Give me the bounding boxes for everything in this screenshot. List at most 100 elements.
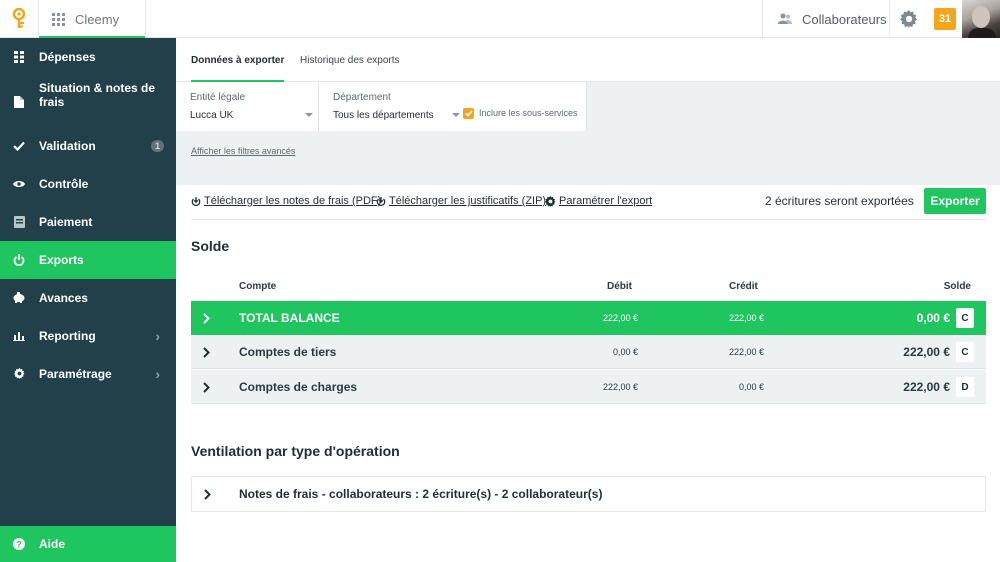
column-header-debit: Débit xyxy=(607,280,632,292)
download-pdf-label: Télécharger les notes de frais (PDF) xyxy=(204,195,382,207)
entity-label: Entité légale xyxy=(190,92,246,103)
include-subservices-label[interactable]: Inclure les sous-services xyxy=(479,108,578,118)
chevron-right-icon: › xyxy=(155,365,160,382)
export-entries-count: 2 écritures seront exportées xyxy=(765,194,914,208)
download-pdf-link[interactable]: Télécharger les notes de frais (PDF) xyxy=(191,188,381,214)
column-header-balance: Solde xyxy=(943,280,971,292)
piggy-bank-icon xyxy=(13,292,25,304)
sidebar-item-exports[interactable]: Exports xyxy=(0,241,176,279)
sidebar-item-label: Contrôle xyxy=(39,176,89,191)
help-button[interactable]: ? Aide xyxy=(0,526,176,562)
entity-value: Lucca UK xyxy=(190,110,234,121)
chevron-down-icon xyxy=(305,113,313,117)
balance-value: 0,00 € xyxy=(916,311,950,325)
grid-icon xyxy=(52,12,65,26)
export-actions-bar: Télécharger les notes de frais (PDF) Tél… xyxy=(191,188,986,220)
sidebar-item-label: Paiement xyxy=(39,214,93,229)
tab-donnees-a-exporter[interactable]: Données à exporter xyxy=(191,38,285,83)
table-row-comptes-de-tiers[interactable]: Comptes de tiers 0,00 € 222,00 € 222,00 … xyxy=(191,335,986,369)
sidebar-item-situation[interactable]: Situation & notes de frais xyxy=(0,81,176,120)
grid-icon xyxy=(13,50,25,63)
balance-direction-badge: D xyxy=(956,377,974,397)
lucca-logo-icon[interactable] xyxy=(0,0,38,38)
sidebar-item-label: Paramétrage xyxy=(39,366,112,381)
sidebar-item-label: Situation & notes de frais xyxy=(39,81,156,109)
include-subservices-checkbox[interactable] xyxy=(463,108,474,119)
chevron-right-icon: › xyxy=(155,327,160,344)
eye-icon xyxy=(13,178,25,190)
calendar-badge[interactable]: 31 xyxy=(934,8,956,30)
avatar[interactable] xyxy=(962,0,1000,38)
chevron-right-icon[interactable] xyxy=(203,370,210,404)
table-row-total-balance[interactable]: TOTAL BALANCE 222,00 € 222,00 € 0,00 € C xyxy=(191,301,986,335)
sidebar-item-paiement[interactable]: Paiement xyxy=(0,203,176,240)
download-icon xyxy=(191,196,201,206)
configure-export-link[interactable]: Paramétrer l'export xyxy=(545,188,652,214)
department-label: Département xyxy=(333,92,391,103)
entity-select[interactable]: Entité légale Lucca UK xyxy=(176,82,319,131)
credit-value: 222,00 € xyxy=(728,313,764,323)
sidebar-item-label: Exports xyxy=(39,253,84,267)
main-content: Données à exporter Historique des export… xyxy=(176,38,1000,562)
debit-value: 222,00 € xyxy=(602,313,638,323)
help-label: Aide xyxy=(39,537,66,551)
gear-icon xyxy=(13,368,25,380)
validation-count-badge: 1 xyxy=(151,139,164,152)
top-bar: Cleemy Collaborateurs 31 xyxy=(0,0,1000,39)
collaborators-button[interactable]: Collaborateurs xyxy=(762,0,890,38)
department-value: Tous les départements xyxy=(333,110,434,121)
sidebar-item-depenses[interactable]: Dépenses xyxy=(0,38,176,75)
balance-direction-badge: C xyxy=(956,308,974,328)
gear-icon[interactable] xyxy=(890,0,928,38)
svg-text:?: ? xyxy=(16,539,22,549)
sidebar-item-label: Validation xyxy=(39,138,96,153)
configure-export-label: Paramétrer l'export xyxy=(559,195,653,207)
sidebar-item-label: Avances xyxy=(39,290,88,305)
app-name: Cleemy xyxy=(75,11,120,27)
sidebar-item-reporting[interactable]: Reporting › xyxy=(0,317,176,354)
balance-value: 222,00 € xyxy=(903,345,950,359)
sidebar-item-parametrage[interactable]: Paramétrage › xyxy=(0,355,176,392)
payment-icon xyxy=(13,215,25,228)
check-icon xyxy=(13,140,25,152)
export-button[interactable]: Exporter xyxy=(924,188,986,214)
bar-chart-icon xyxy=(13,330,25,342)
people-icon xyxy=(778,12,792,27)
sidebar-item-label: Reporting xyxy=(39,328,96,343)
download-zip-link[interactable]: Télécharger les justificatifs (ZIP) xyxy=(376,188,546,214)
chevron-right-icon[interactable] xyxy=(203,335,210,369)
balance-value: 222,00 € xyxy=(903,380,950,394)
download-icon xyxy=(376,196,386,206)
account-name: Comptes de charges xyxy=(239,380,358,394)
tab-bar: Données à exporter Historique des export… xyxy=(176,38,1000,83)
sidebar-item-avances[interactable]: Avances xyxy=(0,279,176,316)
breakdown-row-label: Notes de frais - collaborateurs : 2 écri… xyxy=(239,487,603,501)
filters-panel: Entité légale Lucca UK Département Tous … xyxy=(176,82,1000,185)
column-header-account: Compte xyxy=(239,280,277,292)
chevron-right-icon[interactable] xyxy=(204,477,211,511)
debit-value: 0,00 € xyxy=(612,347,638,357)
chevron-right-icon[interactable] xyxy=(203,301,210,335)
gear-icon xyxy=(545,195,556,207)
sidebar-item-label: Dépenses xyxy=(39,49,96,64)
advanced-filters-link[interactable]: Afficher les filtres avancés xyxy=(191,146,295,156)
sidebar-item-controle[interactable]: Contrôle xyxy=(0,165,176,202)
sidebar-item-validation[interactable]: Validation 1 xyxy=(0,127,176,164)
app-switcher[interactable]: Cleemy xyxy=(38,0,146,39)
question-icon: ? xyxy=(13,538,25,550)
account-name: TOTAL BALANCE xyxy=(239,311,340,325)
breakdown-row[interactable]: Notes de frais - collaborateurs : 2 écri… xyxy=(191,476,986,512)
breakdown-title: Ventilation par type d'opération xyxy=(191,443,400,459)
department-select[interactable]: Département Tous les départements xyxy=(319,82,587,131)
download-zip-label: Télécharger les justificatifs (ZIP) xyxy=(389,195,547,207)
power-icon xyxy=(13,254,25,266)
table-row-comptes-de-charges[interactable]: Comptes de charges 222,00 € 0,00 € 222,0… xyxy=(191,370,986,404)
chevron-down-icon xyxy=(452,113,460,117)
document-icon xyxy=(13,96,25,108)
credit-value: 222,00 € xyxy=(728,347,764,357)
balance-title: Solde xyxy=(191,238,230,254)
credit-value: 0,00 € xyxy=(738,382,764,392)
debit-value: 222,00 € xyxy=(602,382,638,392)
column-header-credit: Crédit xyxy=(729,280,758,292)
tab-historique-des-exports[interactable]: Historique des exports xyxy=(300,38,400,82)
